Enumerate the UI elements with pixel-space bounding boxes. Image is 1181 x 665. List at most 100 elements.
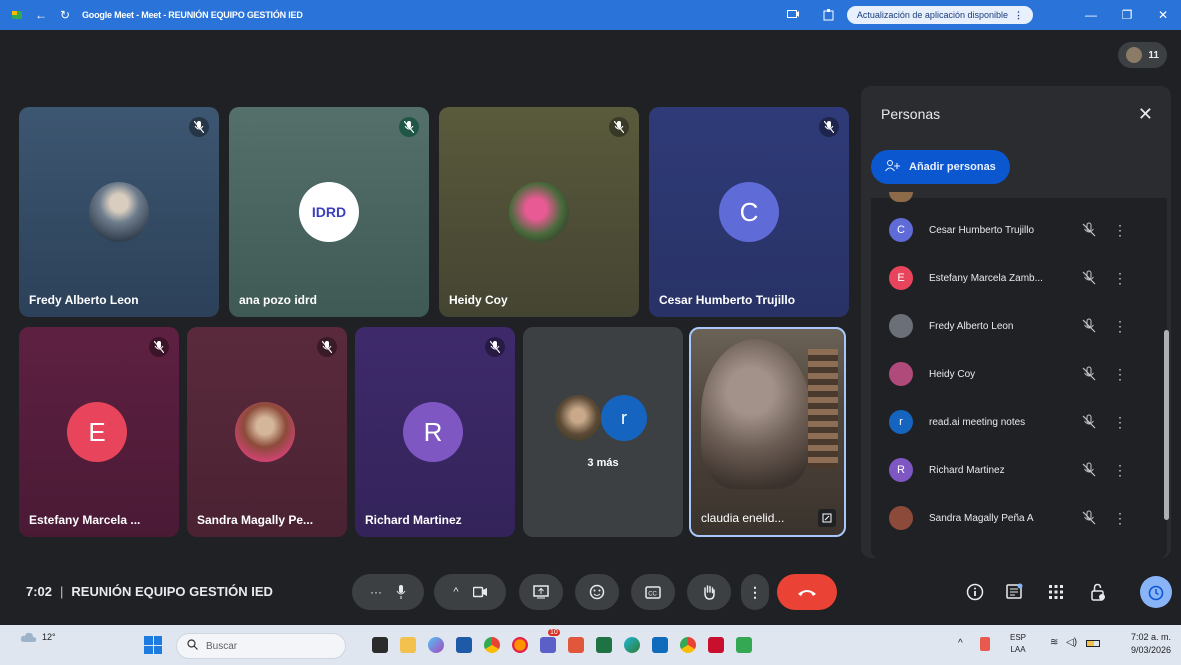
- more-options-icon[interactable]: ···: [370, 585, 382, 599]
- wifi-icon[interactable]: ≋: [1050, 637, 1058, 648]
- captions-button[interactable]: CC: [631, 574, 675, 610]
- participant-tile-video[interactable]: claudia enelid...: [689, 327, 846, 537]
- cast-icon[interactable]: [775, 0, 811, 30]
- edge-icon[interactable]: [624, 637, 640, 653]
- firefox-icon[interactable]: [512, 637, 528, 653]
- meeting-info: 7:02 | REUNIÓN EQUIPO GESTIÓN IED: [26, 584, 273, 599]
- participant-tile[interactable]: Sandra Magally Pe...: [187, 327, 347, 537]
- avatar: C: [719, 182, 779, 242]
- participant-tile[interactable]: E Estefany Marcela ...: [19, 327, 179, 537]
- restore-button[interactable]: ❐: [1109, 0, 1145, 30]
- participant-tile[interactable]: IDRD ana pozo idrd: [229, 107, 429, 317]
- clock-date: 9/03/2026: [1130, 645, 1171, 655]
- volume-icon[interactable]: ◁): [1066, 637, 1077, 648]
- participant-row[interactable]: C Cesar Humberto Trujillo ⋮: [871, 206, 1151, 254]
- copilot-icon[interactable]: [428, 637, 444, 653]
- task-view-icon[interactable]: [372, 637, 388, 653]
- outlook-icon[interactable]: [652, 637, 668, 653]
- taskbar-search[interactable]: Buscar: [176, 633, 346, 659]
- mic-muted-icon[interactable]: [1081, 270, 1097, 286]
- chrome-icon[interactable]: [484, 637, 500, 653]
- tray-chevron-icon[interactable]: ^: [958, 638, 963, 649]
- mic-muted-icon[interactable]: [1081, 318, 1097, 334]
- chevron-up-icon[interactable]: ^: [453, 586, 458, 598]
- present-button[interactable]: [519, 574, 563, 610]
- reload-icon[interactable]: ↻: [58, 8, 72, 22]
- participant-row[interactable]: Fredy Alberto Leon ⋮: [871, 302, 1151, 350]
- participant-row[interactable]: Sandra Magally Peña A ⋮: [871, 494, 1151, 542]
- kebab-icon[interactable]: ⋮: [1113, 414, 1127, 431]
- close-window-button[interactable]: ✕: [1145, 0, 1181, 30]
- minimize-button[interactable]: —: [1073, 0, 1109, 30]
- close-icon[interactable]: ✕: [1138, 104, 1153, 125]
- excel-icon[interactable]: [596, 637, 612, 653]
- end-call-button[interactable]: [777, 574, 837, 610]
- security-icon[interactable]: [980, 637, 990, 651]
- participant-row[interactable]: Heidy Coy ⋮: [871, 350, 1151, 398]
- app-icon[interactable]: [568, 637, 584, 653]
- participant-row[interactable]: E Estefany Marcela Zamb... ⋮: [871, 254, 1151, 302]
- avatar: [889, 506, 913, 530]
- participant-tile[interactable]: R Richard Martinez: [355, 327, 515, 537]
- start-icon[interactable]: [144, 636, 162, 654]
- participant-name: Estefany Marcela ...: [29, 513, 141, 527]
- microphone-icon[interactable]: [396, 585, 406, 599]
- add-person-icon: [885, 159, 901, 175]
- scrollbar[interactable]: [1164, 330, 1169, 520]
- avatar: r: [601, 395, 647, 441]
- activities-icon[interactable]: [1044, 580, 1068, 604]
- participant-name: Fredy Alberto Leon: [29, 293, 139, 307]
- add-people-button[interactable]: Añadir personas: [871, 150, 1010, 184]
- timer-button[interactable]: [1140, 576, 1172, 608]
- participant-tile[interactable]: Heidy Coy: [439, 107, 639, 317]
- chrome-app-icon[interactable]: [680, 637, 696, 653]
- more-options-button[interactable]: ⋮: [741, 574, 769, 610]
- battery-icon[interactable]: [1086, 640, 1100, 647]
- kebab-icon[interactable]: ⋮: [1113, 270, 1127, 287]
- participant-row[interactable]: R Richard Martinez ⋮: [871, 446, 1151, 494]
- avatar: [235, 402, 295, 462]
- mic-muted-icon[interactable]: [1081, 366, 1097, 382]
- participant-row[interactable]: r read.ai meeting notes ⋮: [871, 398, 1151, 446]
- avatar: R: [403, 402, 463, 462]
- participant-count-chip[interactable]: 11: [1118, 42, 1167, 68]
- logo-text: IDRD: [311, 204, 347, 220]
- more-participants-tile[interactable]: r 3 más: [523, 327, 683, 537]
- back-icon[interactable]: ←: [34, 8, 48, 22]
- kebab-icon[interactable]: ⋮: [1014, 10, 1023, 21]
- update-available-pill[interactable]: Actualización de aplicación disponible ⋮: [846, 6, 1033, 24]
- avatar-initial: E: [897, 272, 905, 284]
- raise-hand-button[interactable]: [687, 574, 731, 610]
- kebab-icon[interactable]: ⋮: [1113, 222, 1127, 239]
- participant-name: Richard Martinez: [365, 513, 462, 527]
- weather-widget[interactable]: 12°: [20, 631, 56, 643]
- chat-icon[interactable]: [1002, 580, 1026, 604]
- mcafee-icon[interactable]: [708, 637, 724, 653]
- camera-control[interactable]: ^: [434, 574, 506, 610]
- file-explorer-icon[interactable]: [400, 637, 416, 653]
- kebab-icon[interactable]: ⋮: [1113, 510, 1127, 527]
- mic-muted-icon: [399, 117, 419, 137]
- clock[interactable]: 7:02 a. m. 9/03/2026: [1131, 631, 1171, 657]
- teams-icon[interactable]: 10: [540, 629, 560, 653]
- kebab-icon[interactable]: ⋮: [1113, 318, 1127, 335]
- host-controls-icon[interactable]: [1086, 580, 1110, 604]
- participant-tile[interactable]: Fredy Alberto Leon: [19, 107, 219, 317]
- mic-muted-icon[interactable]: [1081, 414, 1097, 430]
- mic-muted-icon[interactable]: [1081, 510, 1097, 526]
- kebab-icon[interactable]: ⋮: [1113, 366, 1127, 383]
- mic-control[interactable]: ···: [352, 574, 424, 610]
- extension-icon[interactable]: [811, 0, 847, 30]
- pin-icon[interactable]: [818, 509, 836, 527]
- info-icon[interactable]: [963, 580, 987, 604]
- kebab-icon[interactable]: ⋮: [1113, 462, 1127, 479]
- meeting-time: 7:02: [26, 584, 53, 599]
- calendar-icon[interactable]: [456, 637, 472, 653]
- participant-tile[interactable]: C Cesar Humberto Trujillo: [649, 107, 849, 317]
- emoji-button[interactable]: [575, 574, 619, 610]
- camera-icon[interactable]: [472, 586, 487, 598]
- language-indicator[interactable]: ESP LAA: [1010, 632, 1026, 656]
- meet-icon[interactable]: [736, 637, 752, 653]
- mic-muted-icon[interactable]: [1081, 462, 1097, 478]
- mic-muted-icon[interactable]: [1081, 222, 1097, 238]
